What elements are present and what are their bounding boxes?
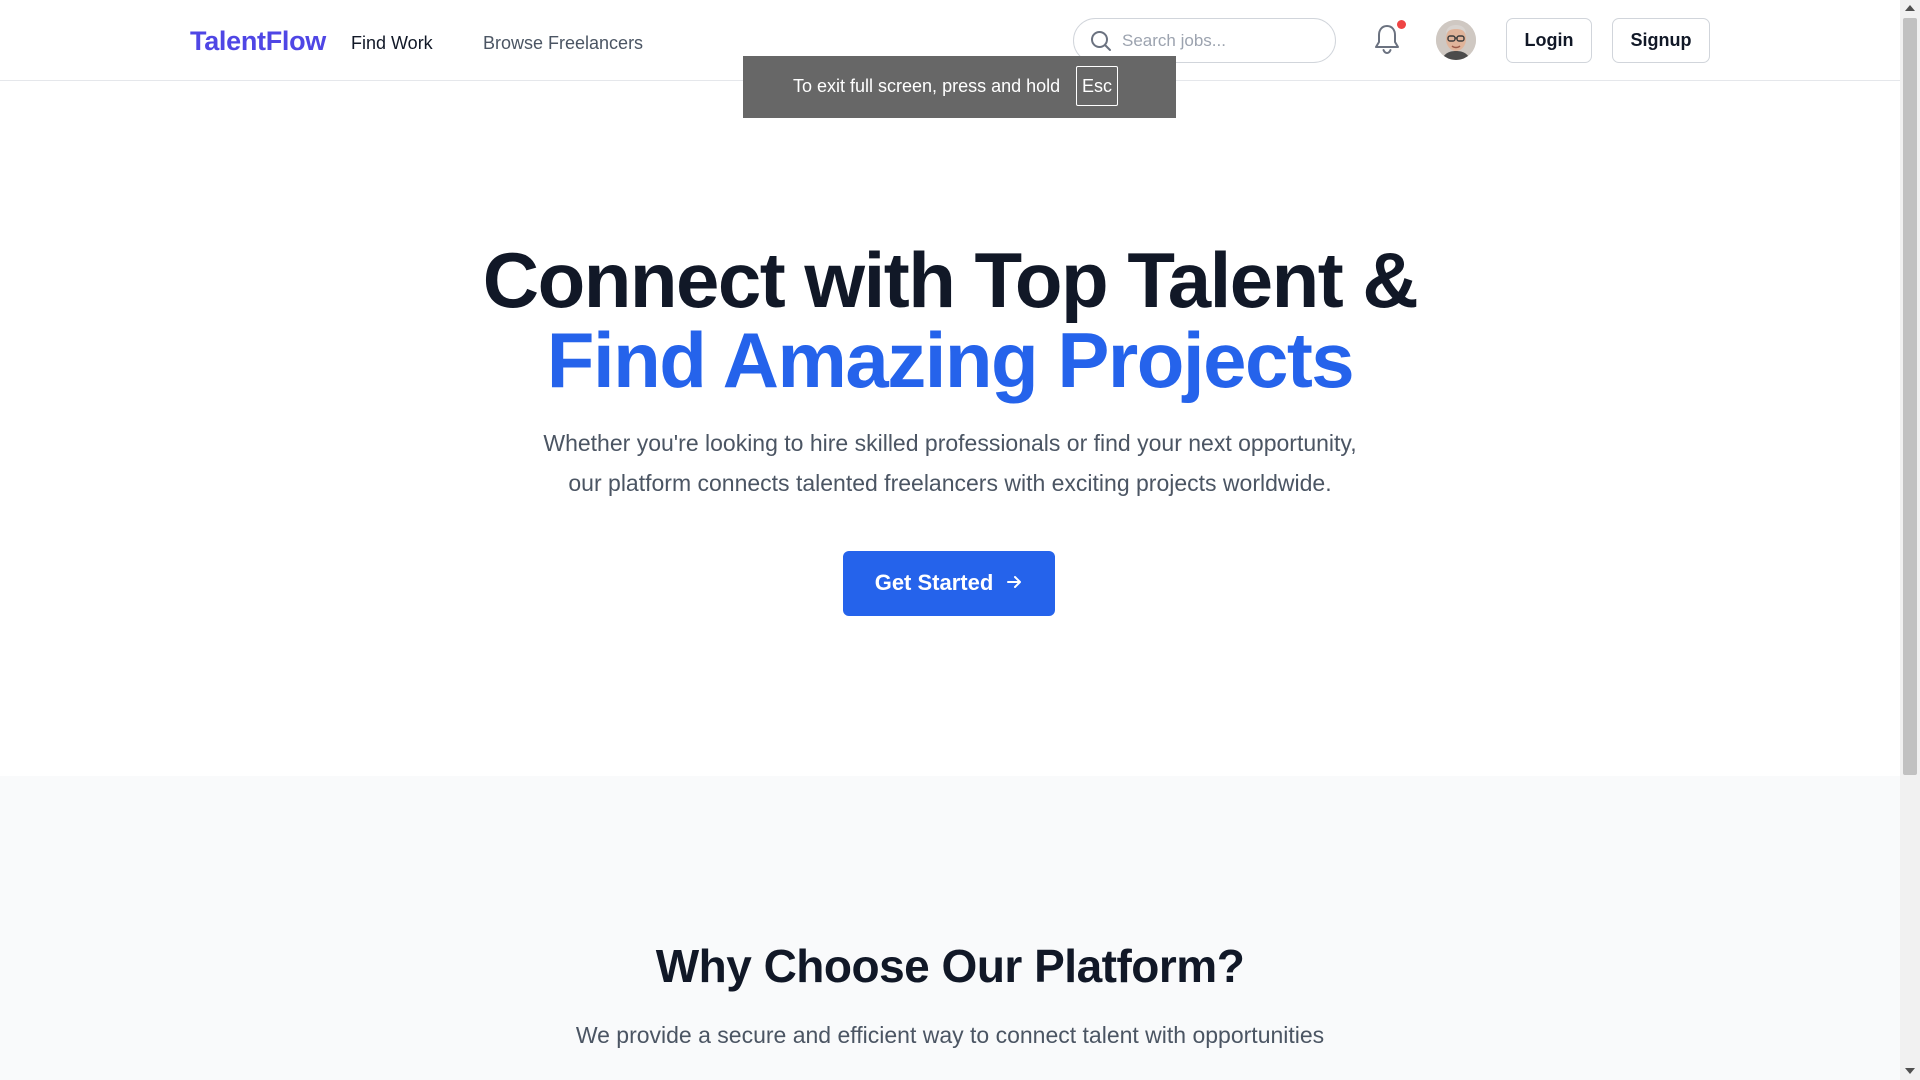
signup-button[interactable]: Signup [1612,18,1710,63]
nav-find-work[interactable]: Find Work [351,33,433,54]
hero-subtitle: Whether you're looking to hire skilled p… [450,423,1450,503]
esc-key-hint: Esc [1076,66,1118,106]
fullscreen-notice-message: To exit full screen, press and hold [793,76,1061,96]
notification-badge [1397,20,1406,29]
hero-section: Connect with Top Talent & Find Amazing P… [0,82,1900,776]
user-photo-icon [1436,20,1476,60]
hero-subtitle-line-1: Whether you're looking to hire skilled p… [543,430,1357,456]
get-started-button[interactable]: Get Started [843,551,1055,616]
hero-title-line-1: Connect with Top Talent & [482,236,1419,324]
search-icon [1091,31,1111,51]
scroll-up-arrow-icon[interactable] [1905,5,1915,11]
features-title: Why Choose Our Platform? [655,940,1245,992]
search-input[interactable] [1122,27,1322,55]
login-button[interactable]: Login [1506,18,1592,63]
avatar[interactable] [1436,20,1476,60]
nav-browse-freelancers[interactable]: Browse Freelancers [483,33,643,54]
hero-title-line-2: Find Amazing Projects [546,316,1355,404]
features-subtitle: We provide a secure and efficient way to… [575,1022,1325,1048]
scroll-down-arrow-icon[interactable] [1905,1068,1915,1074]
vertical-scrollbar[interactable] [1900,0,1920,1080]
get-started-label: Get Started [874,569,994,595]
scrollbar-thumb[interactable] [1903,18,1917,775]
page: TalentFlow Find Work Browse Freelancers [0,0,1900,1080]
features-section: Why Choose Our Platform? We provide a se… [0,776,1900,1080]
hero-subtitle-line-2: our platform connects talented freelance… [568,470,1332,496]
fullscreen-exit-notice: To exit full screen, press and hold Esc [743,56,1176,118]
brand-logo[interactable]: TalentFlow [190,26,326,57]
arrow-right-icon [1005,571,1023,597]
